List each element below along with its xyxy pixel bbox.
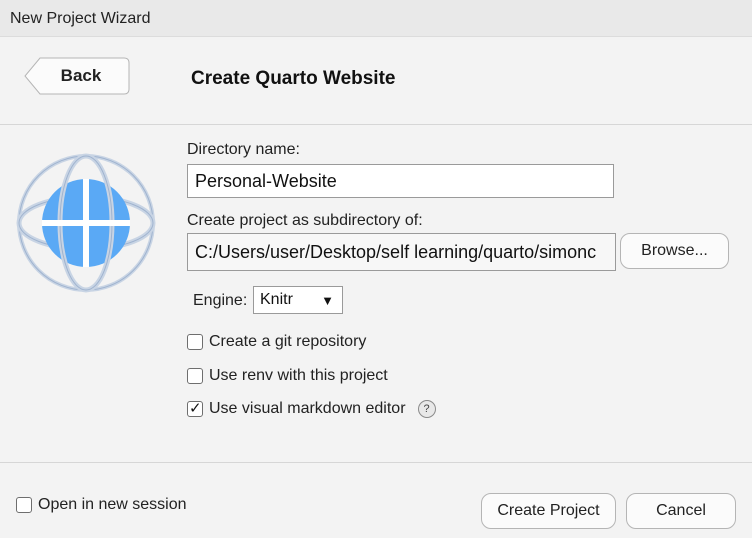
checkmark-icon: ✓: [189, 400, 202, 417]
wizard-header: Back Create Quarto Website: [0, 37, 752, 125]
browse-button[interactable]: Browse...: [620, 233, 729, 269]
new-session-checkbox[interactable]: [16, 497, 32, 513]
new-session-label: Open in new session: [38, 496, 187, 513]
visual-editor-checkbox[interactable]: ✓: [187, 400, 203, 417]
subdirectory-label: Create project as subdirectory of:: [187, 212, 423, 229]
subdirectory-path-input[interactable]: C:/Users/user/Desktop/self learning/quar…: [187, 233, 616, 271]
visual-editor-option[interactable]: ✓ Use visual markdown editor ?: [187, 400, 436, 418]
git-repository-option[interactable]: Create a git repository: [187, 333, 366, 351]
dropdown-arrow-icon: ▼: [321, 293, 334, 308]
footer-divider: [0, 462, 752, 463]
engine-label: Engine:: [193, 292, 248, 309]
quarto-globe-icon: [16, 153, 156, 293]
help-icon[interactable]: ?: [417, 400, 436, 418]
create-project-button[interactable]: Create Project: [481, 493, 616, 529]
page-title: Create Quarto Website: [191, 68, 396, 89]
visual-editor-label: Use visual markdown editor: [209, 400, 406, 417]
window-title: New Project Wizard: [10, 10, 151, 27]
new-session-option[interactable]: Open in new session: [16, 496, 187, 514]
renv-label: Use renv with this project: [209, 367, 388, 384]
cancel-button[interactable]: Cancel: [626, 493, 736, 529]
git-repository-checkbox[interactable]: [187, 334, 203, 350]
back-label: Back: [60, 66, 102, 85]
renv-checkbox[interactable]: [187, 368, 203, 384]
directory-name-label: Directory name:: [187, 141, 300, 158]
directory-name-input[interactable]: Personal-Website: [187, 164, 614, 198]
engine-select[interactable]: Knitr ▼: [253, 286, 343, 314]
back-button[interactable]: Back: [24, 57, 130, 95]
title-bar: New Project Wizard: [0, 0, 752, 37]
renv-option[interactable]: Use renv with this project: [187, 367, 388, 385]
git-repository-label: Create a git repository: [209, 333, 367, 350]
engine-selected-value: Knitr: [260, 291, 293, 308]
